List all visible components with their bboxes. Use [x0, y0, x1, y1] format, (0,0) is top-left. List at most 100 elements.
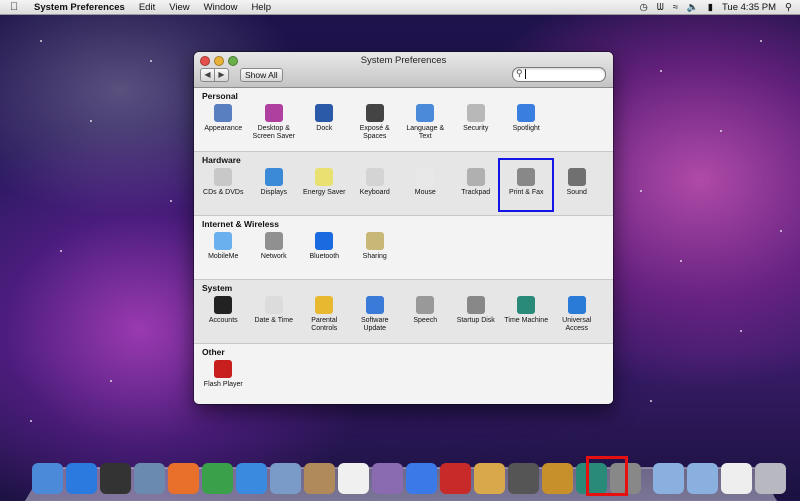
wifi-icon[interactable]: ≈ [673, 2, 678, 13]
pref-item-label: Language & Text [406, 125, 445, 140]
section-other: Other Flash Player [194, 344, 613, 404]
address-book-icon[interactable] [304, 463, 335, 494]
section-title: Personal [202, 91, 238, 101]
section-personal: Personal Appearance Desktop & Screen Save… [194, 88, 613, 152]
pref-item-trackpad[interactable]: Trackpad [451, 168, 502, 197]
mobileme-icon [214, 232, 233, 250]
iphoto-icon[interactable] [474, 463, 505, 494]
pref-item-disk[interactable]: Startup Disk [451, 296, 502, 333]
flash-player-icon [214, 360, 233, 378]
dock [32, 456, 786, 494]
spotlight-icon [517, 104, 536, 122]
pref-item-network[interactable]: Network [249, 232, 300, 261]
pref-item-mouse[interactable]: Mouse [400, 168, 451, 197]
pref-item-label: Spotlight [512, 125, 540, 132]
time-machine-icon [517, 296, 536, 314]
language-icon [416, 104, 435, 122]
back-button[interactable]: ◀ [200, 68, 215, 82]
appearance-icon [214, 104, 233, 122]
pref-item-time-machine[interactable]: Time Machine [501, 296, 552, 333]
applications-folder-icon[interactable] [653, 463, 684, 494]
pref-item-universal-access[interactable]: Universal Access [552, 296, 603, 333]
pref-item-label: Keyboard [359, 189, 390, 196]
speaker-icon [567, 168, 586, 186]
dock-separator [644, 463, 650, 494]
pref-item-accounts[interactable]: Accounts [198, 296, 249, 333]
menu-help[interactable]: Help [251, 2, 271, 13]
menu-edit[interactable]: Edit [139, 2, 155, 13]
security-icon [466, 104, 485, 122]
bluetooth-icon [315, 232, 334, 250]
pref-item-language[interactable]: Language & Text [400, 104, 451, 141]
documents-folder-icon[interactable] [687, 463, 718, 494]
section-title: Other [202, 347, 225, 357]
chrome-icon[interactable] [202, 463, 233, 494]
menu-app-name[interactable]: System Preferences [34, 2, 125, 13]
calendar-icon[interactable] [338, 463, 369, 494]
apple-icon[interactable]:  [10, 1, 24, 13]
pref-item-label: Flash Player [203, 381, 243, 388]
search-field[interactable]: ⚲ [512, 67, 606, 82]
section-title: System [202, 283, 233, 293]
safari-icon[interactable] [236, 463, 267, 494]
facetime-icon[interactable] [270, 463, 301, 494]
menu-window[interactable]: Window [204, 2, 238, 13]
app-store-icon[interactable] [66, 463, 97, 494]
show-all-button[interactable]: Show All [240, 68, 283, 82]
pref-item-spotlight[interactable]: Spotlight [501, 104, 552, 141]
firefox-icon[interactable] [168, 463, 199, 494]
dashboard-icon[interactable] [100, 463, 131, 494]
battery-icon[interactable]: ▮ [708, 2, 713, 13]
menu-view[interactable]: View [169, 2, 189, 13]
document-icon[interactable] [721, 463, 752, 494]
pref-item-cd[interactable]: CDs & DVDs [198, 168, 249, 197]
pref-item-expose[interactable]: Exposé & Spaces [350, 104, 401, 141]
pref-item-label: Sound [566, 189, 587, 196]
pref-item-energy-saver[interactable]: Energy Saver [299, 168, 350, 197]
spotlight-menu-icon[interactable]: ⚲ [785, 2, 792, 13]
pref-item-label: Accounts [208, 317, 238, 324]
pref-item-speaker[interactable]: Sound [552, 168, 603, 197]
pref-item-appearance[interactable]: Appearance [198, 104, 249, 141]
pref-item-bluetooth[interactable]: Bluetooth [299, 232, 350, 261]
section-title: Internet & Wireless [202, 219, 279, 229]
photo-booth-icon[interactable] [440, 463, 471, 494]
clock[interactable]: Tue 4:35 PM [722, 2, 776, 13]
mail-icon[interactable] [134, 463, 165, 494]
pref-item-parental-controls[interactable]: Parental Controls [299, 296, 350, 333]
trash-icon[interactable] [755, 463, 786, 494]
itunes-icon[interactable] [406, 463, 437, 494]
pref-item-printer[interactable]: Print & Fax [498, 158, 554, 212]
pref-item-label: Universal Access [562, 317, 592, 332]
pref-item-label: Startup Disk [456, 317, 495, 324]
photos-icon[interactable] [372, 463, 403, 494]
pref-item-security[interactable]: Security [451, 104, 502, 141]
pref-item-sharing[interactable]: Sharing [350, 232, 401, 261]
pref-item-displays[interactable]: Displays [249, 168, 300, 197]
pref-item-label: Date & Time [254, 317, 293, 324]
forward-button[interactable]: ▶ [215, 68, 229, 82]
section-internet-wireless: Internet & Wireless MobileMe Network Bluet… [194, 216, 613, 280]
network-icon [264, 232, 283, 250]
clock-icon [264, 296, 283, 314]
pref-item-clock[interactable]: Date & Time [249, 296, 300, 333]
software-update-icon [365, 296, 384, 314]
pref-item-label: CDs & DVDs [203, 189, 244, 196]
system-preferences-window: System Preferences ◀ ▶ Show All ⚲ Person… [194, 52, 613, 404]
pref-item-microphone[interactable]: Speech [400, 296, 451, 333]
pref-item-flash-player[interactable]: Flash Player [198, 360, 249, 389]
finder-icon[interactable] [32, 463, 63, 494]
pref-item-label: Trackpad [461, 189, 491, 196]
imovie-icon[interactable] [508, 463, 539, 494]
pref-item-dock[interactable]: Dock [299, 104, 350, 141]
pref-item-desktop[interactable]: Desktop & Screen Saver [249, 104, 300, 141]
pref-item-mobileme[interactable]: MobileMe [198, 232, 249, 261]
garageband-icon[interactable] [542, 463, 573, 494]
time-machine-status-icon[interactable]: ◷ [640, 2, 648, 13]
bluetooth-status-icon[interactable]: ᗯ [657, 2, 664, 13]
volume-icon[interactable]: 🔈 [687, 2, 699, 13]
search-input[interactable] [525, 69, 600, 79]
pref-item-software-update[interactable]: Software Update [350, 296, 401, 333]
pref-item-keyboard[interactable]: Keyboard [350, 168, 401, 197]
nav-buttons: ◀ ▶ [200, 68, 229, 82]
